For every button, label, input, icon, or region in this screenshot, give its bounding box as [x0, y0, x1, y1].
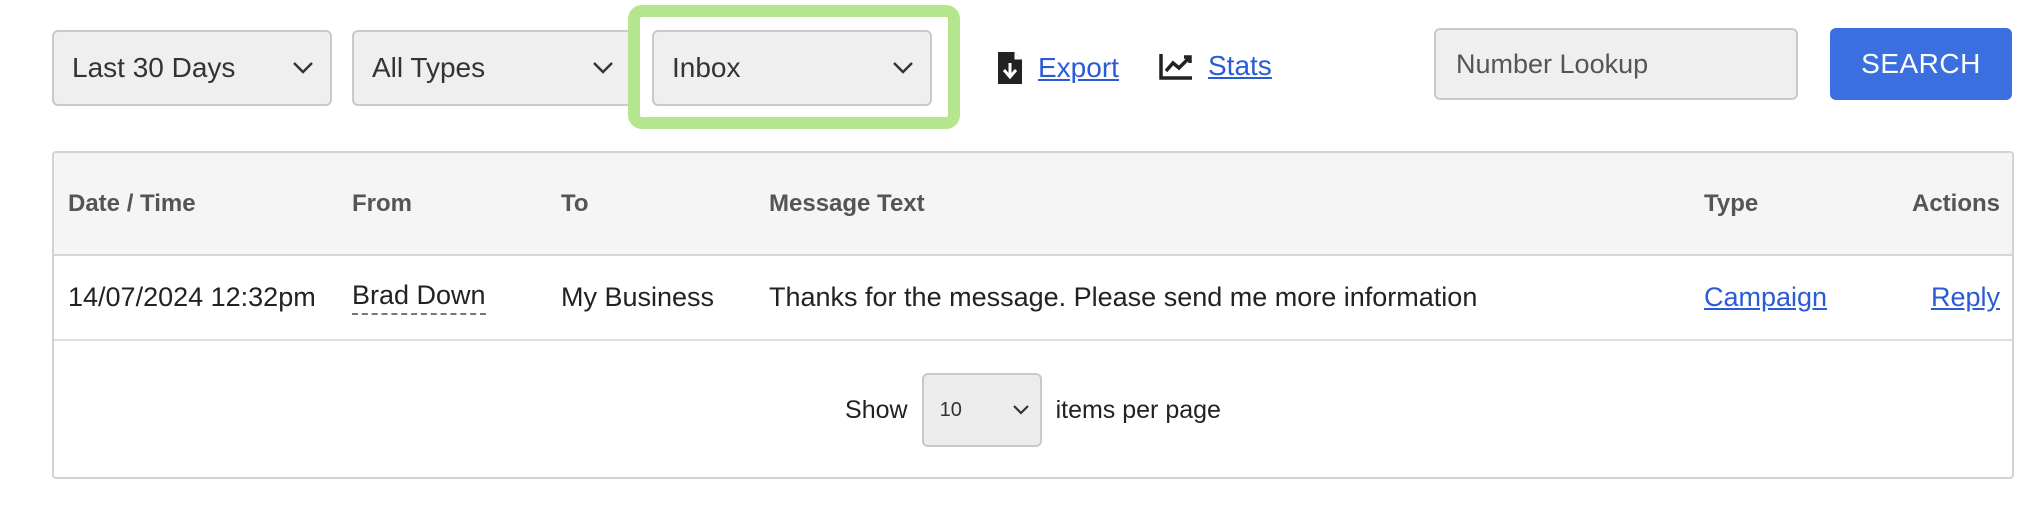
cell-from[interactable]: Brad Down	[352, 256, 486, 339]
stats-label: Stats	[1208, 50, 1272, 81]
download-file-icon	[998, 52, 1022, 84]
chevron-down-icon	[1012, 405, 1029, 415]
message-type-value: All Types	[372, 52, 486, 83]
header-actions: Actions	[1911, 189, 2000, 217]
pagination: Show 10 items per page	[54, 341, 2012, 477]
show-label: Show	[845, 395, 908, 424]
table-row: 14/07/2024 12:32pm Brad Down My Business…	[54, 256, 2012, 341]
chevron-down-icon	[593, 62, 613, 74]
page-size-value: 10	[939, 398, 962, 421]
export-label: Export	[1038, 52, 1119, 83]
header-type: Type	[1704, 189, 1759, 217]
cell-type: Campaign	[1704, 256, 1827, 339]
stats-link[interactable]: Stats	[1158, 50, 1272, 82]
folder-value: Inbox	[672, 52, 741, 83]
items-per-page-label: items per page	[1055, 395, 1221, 424]
cell-to: My Business	[561, 282, 715, 312]
from-contact-name[interactable]: Brad Down	[352, 280, 486, 315]
date-range-value: Last 30 Days	[72, 52, 236, 83]
header-datetime: Date / Time	[68, 189, 196, 217]
chevron-down-icon	[893, 62, 913, 74]
number-lookup-input[interactable]	[1434, 28, 1798, 100]
header-to: To	[561, 189, 589, 217]
messages-table: Date / Time From To Message Text Type Ac…	[52, 151, 2014, 479]
header-message: Message Text	[769, 189, 925, 217]
export-link[interactable]: Export	[996, 50, 1119, 86]
folder-select[interactable]: Inbox	[652, 30, 932, 106]
reply-link[interactable]: Reply	[1931, 282, 2000, 313]
line-chart-icon	[1159, 54, 1192, 80]
page-size-select[interactable]: 10	[921, 373, 1042, 447]
header-from: From	[352, 189, 412, 217]
date-range-select[interactable]: Last 30 Days	[52, 30, 332, 106]
cell-actions: Reply	[1931, 256, 2000, 339]
cell-message: Thanks for the message. Please send me m…	[769, 282, 1478, 312]
search-button[interactable]: SEARCH	[1830, 28, 2012, 100]
table-header: Date / Time From To Message Text Type Ac…	[54, 153, 2012, 256]
chevron-down-icon	[293, 62, 313, 74]
cell-datetime: 14/07/2024 12:32pm	[68, 282, 316, 312]
type-campaign-link[interactable]: Campaign	[1704, 282, 1827, 313]
message-type-select[interactable]: All Types	[352, 30, 632, 106]
